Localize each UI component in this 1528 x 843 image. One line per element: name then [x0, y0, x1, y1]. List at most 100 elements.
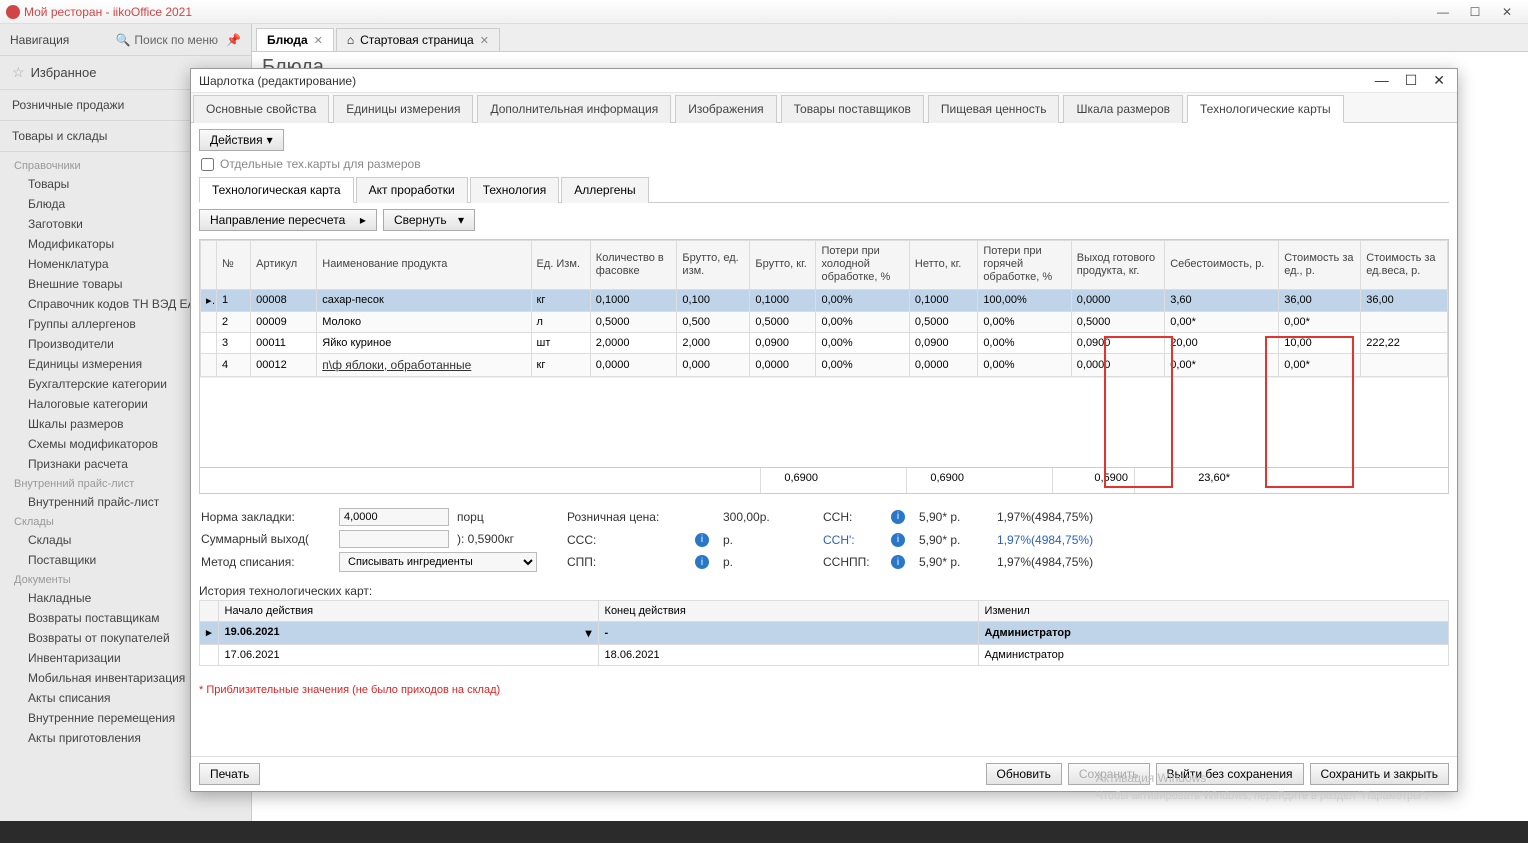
retail-label: Розничная цена:: [567, 510, 687, 524]
table-row[interactable]: ▸100008сахар-песоккг0,10000,1000,10000,0…: [201, 289, 1448, 311]
history-row[interactable]: 17.06.202118.06.2021Администратор: [200, 644, 1449, 665]
spp-label: СПП:: [567, 555, 687, 569]
maximize-button[interactable]: ☐: [1460, 3, 1490, 21]
norm-label: Норма закладки:: [201, 510, 331, 524]
column-header[interactable]: Себестоимость, р.: [1165, 241, 1279, 290]
column-header[interactable]: Брутто, ед. изм.: [677, 241, 750, 290]
ccc-value: р.: [723, 533, 793, 547]
edit-dialog: Шарлотка (редактирование) — ☐ ✕ Основные…: [190, 68, 1458, 792]
recalc-direction-button[interactable]: Направление пересчета ▸: [199, 209, 377, 231]
app-icon: [6, 5, 20, 19]
ssn1-pct: 1,97%(4984,75%): [997, 533, 1157, 547]
column-header[interactable]: Потери при горячей обработке, %: [978, 241, 1071, 290]
ingredients-grid[interactable]: №АртикулНаименование продуктаЕд. Изм.Кол…: [200, 240, 1448, 377]
info-icon[interactable]: i: [891, 533, 905, 547]
column-header[interactable]: Брутто, кг.: [750, 241, 816, 290]
subtab[interactable]: Технология: [470, 177, 560, 203]
subtab[interactable]: Аллергены: [561, 177, 648, 203]
chevron-down-icon: ▾: [267, 133, 273, 147]
ssnpp-pct: 1,97%(4984,75%): [997, 555, 1157, 569]
chevron-right-icon: ▸: [360, 213, 366, 227]
spp-value: р.: [723, 555, 793, 569]
close-icon[interactable]: ✕: [314, 34, 323, 47]
table-row[interactable]: 200009Молокол0,50000,5000,50000,00%0,500…: [201, 311, 1448, 332]
actions-button[interactable]: Действия▾: [199, 129, 284, 151]
window-titlebar: Мой ресторан - iikoOffice 2021 — ☐ ✕: [0, 0, 1528, 24]
ssn1-label: ССН':: [823, 533, 883, 547]
column-header[interactable]: Количество в фасовке: [590, 241, 677, 290]
info-icon[interactable]: i: [695, 533, 709, 547]
column-header[interactable]: Стоимость за ед.веса, р.: [1361, 241, 1448, 290]
ssnpp-value: 5,90* р.: [919, 555, 989, 569]
column-header[interactable]: Нетто, кг.: [909, 241, 977, 290]
tab-dishes[interactable]: Блюда✕: [256, 28, 334, 51]
norm-input[interactable]: [339, 508, 449, 526]
dialog-tab[interactable]: Дополнительная информация: [477, 95, 671, 123]
dialog-title: Шарлотка (редактирование): [199, 74, 356, 88]
method-select[interactable]: Списывать ингредиенты: [339, 552, 537, 572]
column-header[interactable]: Потери при холодной обработке, %: [816, 241, 909, 290]
dialog-tab[interactable]: Пищевая ценность: [928, 95, 1060, 123]
column-header[interactable]: Ед. Изм.: [531, 241, 590, 290]
dialog-maximize[interactable]: ☐: [1401, 72, 1422, 89]
save-close-button[interactable]: Сохранить и закрыть: [1310, 763, 1449, 785]
print-button[interactable]: Печать: [199, 763, 260, 785]
sizes-checkbox[interactable]: [201, 158, 214, 171]
dialog-tab[interactable]: Единицы измерения: [333, 95, 473, 123]
table-row[interactable]: 300011Яйко куриноешт2,00002,0000,09000,0…: [201, 332, 1448, 353]
dialog-tab[interactable]: Шкала размеров: [1063, 95, 1183, 123]
retail-value: 300,00р.: [723, 510, 793, 524]
norm-unit: порц: [457, 510, 537, 524]
pin-icon[interactable]: 📌: [226, 33, 241, 47]
exit-nosave-button[interactable]: Выйти без сохранения: [1156, 763, 1304, 785]
approx-note: * Приблизительные значения (не было прих…: [199, 684, 1449, 696]
search-icon: 🔍: [115, 33, 130, 47]
refresh-button[interactable]: Обновить: [986, 763, 1062, 785]
info-icon[interactable]: i: [891, 510, 905, 524]
document-tabs: Блюда✕ ⌂Стартовая страница✕: [252, 24, 1528, 52]
info-icon[interactable]: i: [891, 555, 905, 569]
history-grid[interactable]: Начало действияКонец действияИзменил ▸19…: [199, 600, 1449, 666]
star-icon: ☆: [12, 64, 25, 81]
dialog-tab[interactable]: Технологические карты: [1187, 95, 1344, 123]
dialog-tab[interactable]: Товары поставщиков: [781, 95, 924, 123]
column-header[interactable]: Наименование продукта: [317, 241, 531, 290]
dialog-tab[interactable]: Основные свойства: [193, 95, 329, 123]
nav-title: Навигация: [10, 33, 69, 47]
sum-label: Суммарный выход(: [201, 532, 331, 546]
chevron-down-icon: ▾: [458, 213, 464, 227]
ssn-label: ССН:: [823, 510, 883, 524]
info-icon[interactable]: i: [695, 555, 709, 569]
status-bar: [0, 821, 1528, 843]
column-header[interactable]: Стоимость за ед., р.: [1279, 241, 1361, 290]
close-button[interactable]: ✕: [1492, 3, 1522, 21]
dialog-minimize[interactable]: —: [1371, 72, 1393, 89]
totals-row: 0,6900 0,6900 0,5900 23,60*: [199, 468, 1449, 494]
collapse-button[interactable]: Свернуть ▾: [383, 209, 475, 231]
minimize-button[interactable]: —: [1428, 3, 1458, 21]
dialog-close[interactable]: ✕: [1429, 72, 1449, 89]
subtab[interactable]: Акт проработки: [356, 177, 468, 203]
home-icon: ⌂: [347, 33, 354, 47]
subtab[interactable]: Технологическая карта: [199, 177, 354, 203]
table-row[interactable]: 400012п\ф яблоки, обработанныекг0,00000,…: [201, 353, 1448, 376]
sizes-label: Отдельные тех.карты для размеров: [220, 157, 421, 171]
history-row[interactable]: ▸19.06.2021 ▾-Администратор: [200, 621, 1449, 644]
ssn-pct: 1,97%(4984,75%): [997, 510, 1157, 524]
dialog-tab[interactable]: Изображения: [675, 95, 776, 123]
ccc-label: ССС:: [567, 533, 687, 547]
sum-input[interactable]: [339, 530, 449, 548]
window-title: Мой ресторан - iikoOffice 2021: [24, 5, 192, 19]
column-header[interactable]: №: [216, 241, 250, 290]
history-label: История технологических карт:: [199, 584, 1449, 598]
sum-suffix: ): 0,5900кг: [457, 532, 537, 546]
method-label: Метод списания:: [201, 555, 331, 569]
column-header[interactable]: Выход готового продукта, кг.: [1071, 241, 1164, 290]
ssn-value: 5,90* р.: [919, 510, 989, 524]
close-icon[interactable]: ✕: [480, 34, 489, 47]
nav-search[interactable]: 🔍Поиск по меню: [115, 33, 218, 47]
tab-start-page[interactable]: ⌂Стартовая страница✕: [336, 28, 500, 51]
ssnpp-label: ССНПП:: [823, 555, 883, 569]
column-header[interactable]: Артикул: [251, 241, 317, 290]
save-button[interactable]: Сохранить: [1068, 763, 1150, 785]
